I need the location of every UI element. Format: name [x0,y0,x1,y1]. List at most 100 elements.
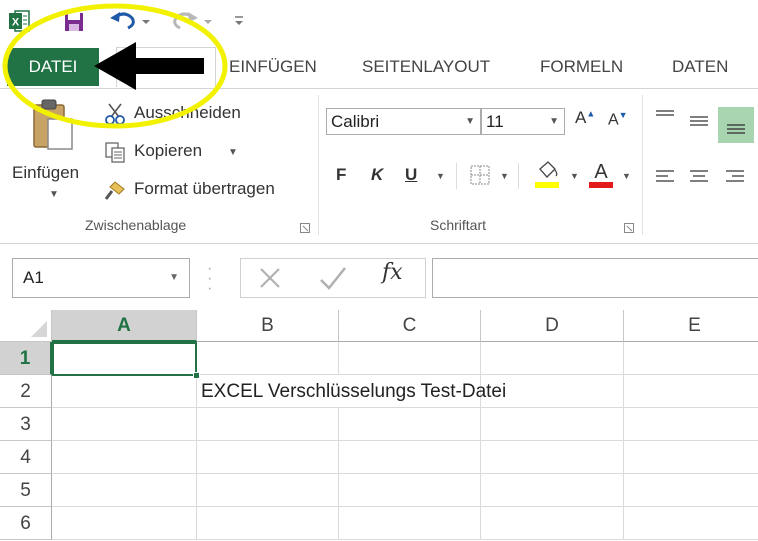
grid-cell[interactable] [481,441,624,474]
paste-icon[interactable] [30,97,74,153]
cancel-icon[interactable] [256,264,284,292]
grid-cell[interactable] [197,441,339,474]
row-header-5[interactable]: 5 [0,474,52,507]
fill-handle[interactable] [193,372,200,379]
bold-button[interactable]: F [336,165,346,185]
grid-cell[interactable] [624,507,758,540]
tab-insert[interactable]: EINFÜGEN [229,46,317,88]
grid-cell[interactable] [624,441,758,474]
paste-button-label[interactable]: Einfügen [12,163,79,183]
align-bottom-button[interactable] [718,107,754,143]
row-header-2[interactable]: 2 [0,375,52,408]
align-middle-icon[interactable] [688,113,710,129]
undo-icon[interactable] [110,8,152,32]
font-size-select[interactable]: 11 ▼ [481,108,565,135]
ribbon: Einfügen ▼ Ausschneiden Kopieren ▼ Forma… [0,88,758,244]
shrink-font-button[interactable]: A▼ [608,110,628,129]
cell-b2[interactable]: EXCEL Verschlüsselungs Test-Datei [197,375,506,408]
align-center-icon[interactable] [688,169,710,185]
grid-cell[interactable] [481,474,624,507]
grid-cell[interactable] [339,342,481,375]
grid-cell[interactable] [52,375,197,408]
row-header-3[interactable]: 3 [0,408,52,441]
grid-cell[interactable] [52,507,197,540]
copy-icon [105,142,125,163]
align-right-icon[interactable] [724,169,746,185]
chevron-down-icon: ▼ [465,116,475,127]
chevron-down-icon: ▼ [549,116,559,127]
grid-cell[interactable] [197,507,339,540]
excel-logo-icon[interactable]: X [8,10,30,32]
grid-cell[interactable] [624,375,758,408]
shrink-font-label: A [608,111,619,129]
grid-cell[interactable] [197,474,339,507]
font-launcher-icon[interactable] [624,223,634,233]
tab-formulas[interactable]: FORMELN [540,46,623,88]
divider [456,163,457,189]
grid-cell[interactable] [624,474,758,507]
enter-check-icon[interactable] [318,264,348,292]
grid-cell[interactable] [624,408,758,441]
grid-cell[interactable] [197,342,339,375]
borders-dropdown-icon[interactable]: ▼ [500,171,509,181]
column-header-e[interactable]: E [624,310,758,342]
grid-cell[interactable] [52,474,197,507]
grid-cell[interactable] [481,342,624,375]
column-header-d[interactable]: D [481,310,624,342]
name-box-value: A1 [23,268,44,287]
svg-text:X: X [12,17,20,29]
grid-cell[interactable] [197,408,339,441]
row-header-6[interactable]: 6 [0,507,52,540]
tab-data[interactable]: DATEN [672,46,728,88]
grow-font-label: A [575,108,587,127]
grow-font-button[interactable]: A▲ [575,108,595,128]
copy-dropdown-icon[interactable]: ▼ [228,147,238,158]
insert-function-button[interactable]: fx [382,260,403,285]
font-color-dropdown-icon[interactable]: ▼ [622,171,631,181]
grid-cell[interactable] [339,441,481,474]
underline-dropdown-icon[interactable]: ▼ [436,171,445,181]
font-color-icon[interactable]: A [588,159,614,189]
grid-cell[interactable] [52,441,197,474]
fill-color-icon[interactable] [534,159,560,189]
quick-access-toolbar: X [0,0,758,42]
align-left-icon[interactable] [654,169,676,185]
grid-cell[interactable] [339,408,481,441]
grid-cell[interactable] [624,342,758,375]
italic-button[interactable]: K [371,165,383,185]
clipboard-launcher-icon[interactable] [300,223,310,233]
underline-button[interactable]: U [405,165,417,185]
column-header-b[interactable]: B [197,310,339,342]
font-name-select[interactable]: Calibri ▼ [326,108,481,135]
formula-input[interactable] [432,258,758,298]
grid-cell[interactable] [339,507,481,540]
svg-text:A: A [594,161,608,183]
tab-file[interactable]: DATEI [7,48,99,86]
row-header-1[interactable]: 1 [0,342,52,375]
align-top-icon[interactable] [654,109,676,125]
grid-cell[interactable] [481,507,624,540]
grid-cell[interactable] [339,474,481,507]
active-cell-selection[interactable] [52,342,200,379]
tab-home[interactable]: START [116,47,216,87]
row-header-4[interactable]: 4 [0,441,52,474]
tab-page-layout[interactable]: SEITENLAYOUT [362,46,490,88]
column-header-c[interactable]: C [339,310,481,342]
fill-color-dropdown-icon[interactable]: ▼ [570,171,579,181]
formula-bar-grip-icon[interactable]: · · · [207,261,212,297]
group-divider [318,95,319,235]
borders-icon[interactable] [470,165,490,185]
paste-dropdown-icon[interactable]: ▼ [49,189,59,200]
name-box[interactable]: A1 ▼ [12,258,190,298]
grid-cell[interactable] [481,408,624,441]
customize-qat-icon[interactable] [232,12,246,28]
save-icon[interactable] [64,12,84,32]
clipboard-group-label: Zwischenablage [85,217,187,233]
grid-cell[interactable] [52,408,197,441]
font-name-value: Calibri [331,112,380,131]
select-all-corner[interactable] [0,310,52,342]
ribbon-tabs: DATEI START EINFÜGEN SEITENLAYOUT FORMEL… [0,46,758,88]
column-header-a[interactable]: A [52,310,197,342]
redo-icon[interactable] [172,8,214,32]
scissors-icon [105,103,125,125]
